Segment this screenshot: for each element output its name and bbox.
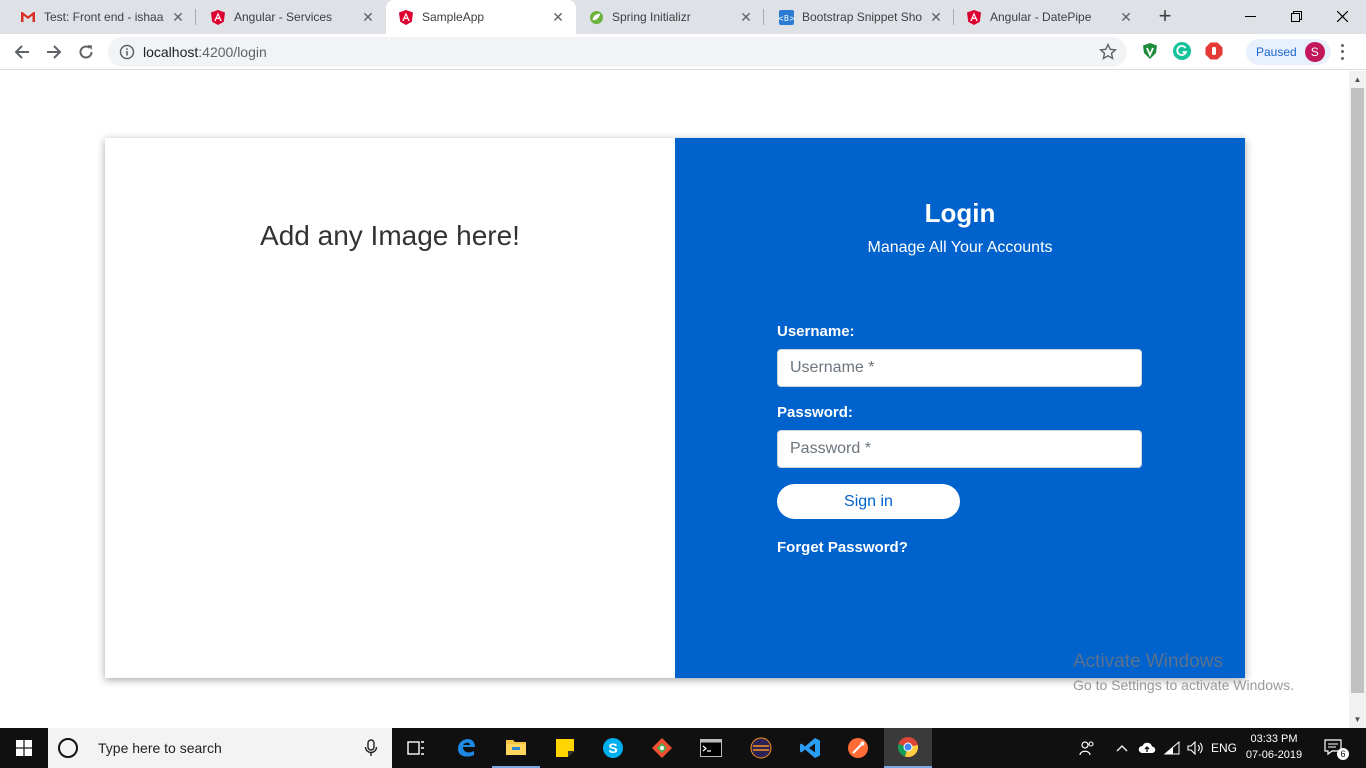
onedrive-upload-icon[interactable] [1136,728,1158,768]
volume-icon[interactable] [1185,728,1207,768]
start-button[interactable] [0,728,48,768]
browser-menu-icon[interactable] [1333,42,1351,62]
postman-icon[interactable] [834,728,882,768]
eclipse-icon[interactable] [737,728,785,768]
reload-button[interactable] [72,38,100,66]
avatar: S [1304,42,1325,62]
address-bar[interactable]: localhost:4200/login [108,37,1127,67]
profile-paused-button[interactable]: Paused S [1246,39,1331,65]
tab-sampleapp[interactable]: SampleApp ✕ [386,0,576,34]
image-pane: Add any Image here! [105,138,675,678]
password-label: Password: [777,404,853,421]
back-button[interactable] [8,38,36,66]
close-window-button[interactable] [1320,0,1364,32]
system-clock[interactable]: 03:33 PM 07-06-2019 [1240,731,1308,763]
login-pane: Login Manage All Your Accounts Username:… [675,138,1245,678]
tab-title: Bootstrap Snippet Shop [802,10,922,24]
task-view-icon[interactable] [392,728,440,768]
chrome-icon[interactable] [884,728,932,768]
edge-browser-icon[interactable] [442,728,490,768]
tab-close-icon[interactable]: ✕ [360,9,376,25]
shield-extension-icon[interactable] [1141,42,1159,60]
forward-button[interactable] [40,38,68,66]
username-label: Username: [777,323,855,340]
taskbar-search-box[interactable]: Type here to search [48,728,392,768]
notification-count-badge: 6 [1337,748,1349,760]
tab-title: Test: Front end - ishaan [44,10,164,24]
tab-strip: Test: Front end - ishaan ✕ Angular - Ser… [0,0,1366,34]
file-explorer-icon[interactable] [492,728,540,768]
tab-close-icon[interactable]: ✕ [1118,9,1134,25]
grammarly-icon[interactable] [1173,42,1191,60]
login-title: Login [924,198,996,228]
watermark-subtitle: Go to Settings to activate Windows. [1073,677,1294,693]
spring-icon [588,9,604,25]
password-input[interactable] [777,430,1142,468]
tab-gmail[interactable]: Test: Front end - ishaan ✕ [8,0,196,34]
tab-bootstrap-snippet[interactable]: <B> Bootstrap Snippet Shop ✕ [766,0,954,34]
tab-title: SampleApp [422,10,485,24]
windows-logo-icon [16,740,32,756]
info-icon[interactable] [119,44,135,60]
show-hidden-icons-chevron-icon[interactable] [1112,728,1132,768]
username-input[interactable] [777,349,1142,387]
command-prompt-icon[interactable] [687,728,735,768]
scroll-down-arrow-icon[interactable]: ▼ [1349,711,1366,728]
tab-title: Angular - DatePipe [990,10,1092,24]
scroll-up-arrow-icon[interactable]: ▲ [1349,71,1366,88]
tab-close-icon[interactable]: ✕ [928,9,944,25]
vertical-scrollbar[interactable]: ▲ ▼ [1349,71,1366,728]
cortana-icon [58,738,78,758]
vscode-icon[interactable] [786,728,834,768]
adblock-icon[interactable] [1205,42,1223,60]
sign-in-button[interactable]: Sign in [777,484,960,519]
minimize-button[interactable] [1228,0,1272,32]
url-host: localhost [143,44,199,60]
new-tab-button[interactable]: + [1153,5,1177,29]
tab-title: Angular - Services [234,10,333,24]
tab-title: Spring Initializr [612,10,691,24]
restore-button[interactable] [1274,0,1318,32]
tab-close-icon[interactable]: ✕ [738,9,754,25]
clock-date: 07-06-2019 [1245,749,1303,761]
people-icon[interactable] [1074,728,1100,768]
profile-status: Paused [1256,45,1297,59]
microphone-icon[interactable] [364,739,378,757]
image-placeholder-heading: Add any Image here! [260,220,520,251]
search-placeholder: Type here to search [98,740,222,756]
tab-angular-datepipe[interactable]: Angular - DatePipe ✕ [954,0,1144,34]
angular-icon [966,9,982,25]
url-path: :4200/login [198,44,267,60]
scrollbar-thumb[interactable] [1351,88,1364,693]
svg-text:S: S [608,740,617,756]
git-icon[interactable] [638,728,686,768]
browser-toolbar: localhost:4200/login Paused S [0,34,1366,70]
login-subtitle: Manage All Your Accounts [867,239,1053,256]
tab-close-icon[interactable]: ✕ [550,9,566,25]
login-card: Add any Image here! Login Manage All You… [105,138,1245,678]
skype-icon[interactable]: S [589,728,637,768]
wifi-icon[interactable] [1161,728,1183,768]
angular-icon [210,9,226,25]
svg-text:<B>: <B> [779,13,794,22]
bookmark-star-icon[interactable] [1098,42,1118,61]
bootstrap-icon: <B> [778,9,794,25]
activate-windows-watermark: Activate Windows Go to Settings to activ… [1073,651,1294,693]
clock-time: 03:33 PM [1250,733,1298,745]
forgot-password-link[interactable]: Forget Password? [777,539,908,556]
url-text: localhost:4200/login [143,44,267,60]
tab-close-icon[interactable]: ✕ [170,9,186,25]
tab-spring-initializr[interactable]: Spring Initializr ✕ [576,0,764,34]
angular-icon [398,9,414,25]
windows-taskbar: Type here to search S ENG 03:33 PM 07-06… [0,728,1366,768]
notifications-icon[interactable]: 6 [1318,728,1352,768]
page-viewport: Add any Image here! Login Manage All You… [0,71,1349,728]
tab-angular-services[interactable]: Angular - Services ✕ [198,0,386,34]
sticky-notes-icon[interactable] [541,728,589,768]
watermark-title: Activate Windows [1073,651,1223,672]
language-indicator[interactable]: ENG [1209,728,1239,768]
gmail-icon [20,9,36,25]
